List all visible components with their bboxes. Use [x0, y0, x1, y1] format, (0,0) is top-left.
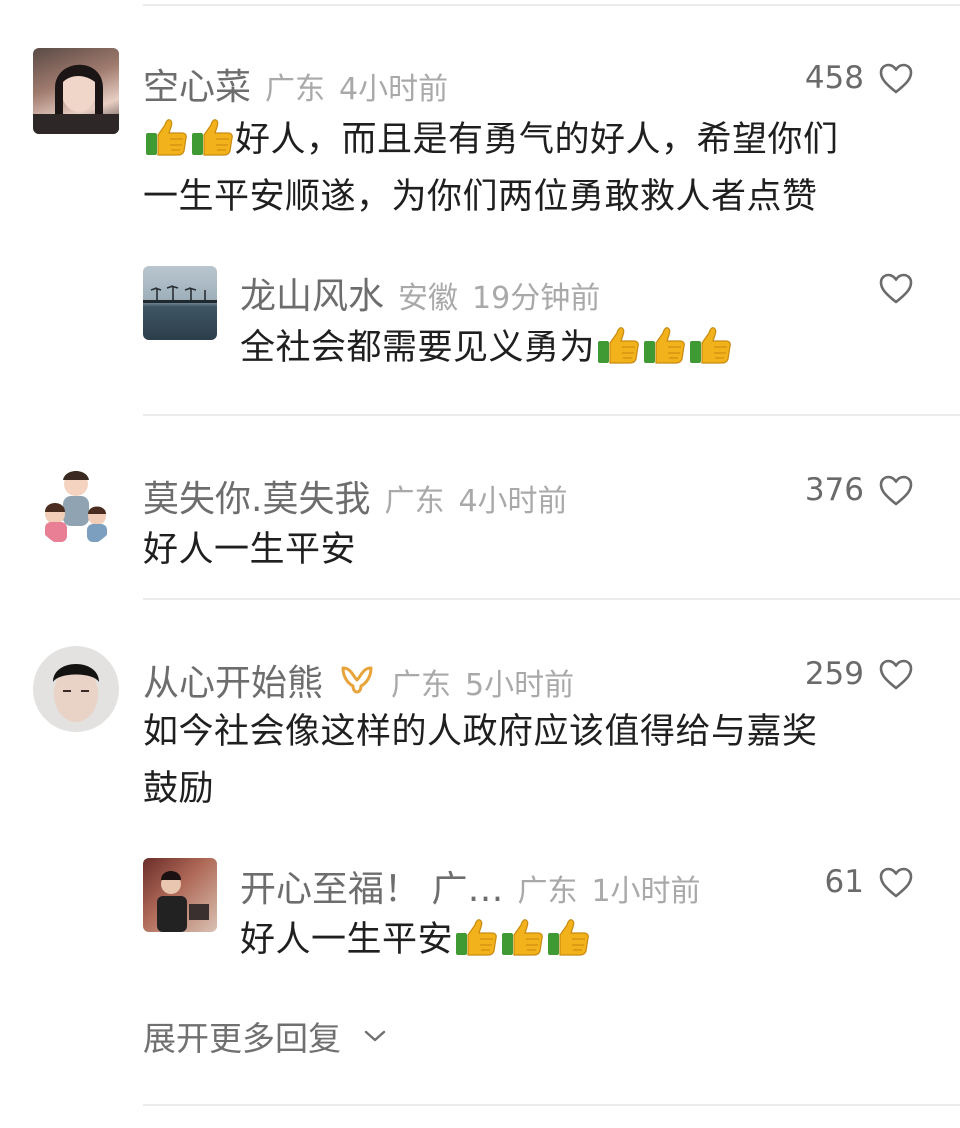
like-button[interactable]: 61	[825, 864, 914, 900]
like-count: 458	[804, 60, 864, 96]
thumbs-up-icon	[144, 117, 188, 157]
comment-text: 好人一生平安	[240, 912, 920, 969]
expand-replies-button[interactable]: 展开更多回复	[143, 1012, 387, 1060]
avatar[interactable]	[143, 266, 217, 340]
comment-divider	[143, 598, 960, 600]
region: 广东	[391, 668, 452, 703]
region: 安徽	[398, 281, 459, 316]
comment-text: 好人，而且是有勇气的好人，希望你们 一生平安顺遂，为你们两位勇敢救人者点赞	[143, 112, 943, 226]
like-count: 259	[804, 656, 864, 692]
thumbs-up-icon	[642, 325, 686, 365]
expand-replies-label: 展开更多回复	[143, 1019, 341, 1058]
username[interactable]: 从心开始熊	[143, 654, 323, 706]
avatar[interactable]	[33, 646, 119, 732]
thumbs-up-icon	[454, 917, 498, 957]
thumbs-up-icon	[190, 117, 234, 157]
region: 广东	[517, 874, 578, 909]
avatar[interactable]	[143, 858, 217, 932]
comment-line: 如今社会像这样的人政府应该值得给与嘉奖	[143, 712, 818, 752]
thumbs-up-icon	[500, 917, 544, 957]
timestamp: 5小时前	[465, 668, 575, 703]
bottom-divider	[143, 1104, 960, 1106]
comment-text: 全社会都需要见义勇为	[240, 320, 920, 377]
heart-outline-icon[interactable]	[878, 474, 914, 506]
comment-line: 全社会都需要见义勇为	[240, 328, 596, 368]
comment-line: 好人一生平安	[143, 530, 357, 570]
region: 广东	[384, 484, 445, 519]
heart-outline-icon[interactable]	[878, 658, 914, 690]
comment-line: 一生平安顺遂，为你们两位勇敢救人者点赞	[143, 177, 818, 217]
comment-text: 如今社会像这样的人政府应该值得给与嘉奖 鼓励	[143, 704, 943, 818]
like-count: 61	[824, 864, 864, 900]
like-button[interactable]	[864, 272, 914, 304]
comment-line: 好人一生平安	[240, 920, 454, 960]
like-button[interactable]: 259	[805, 656, 914, 692]
thumbs-up-icon	[688, 325, 732, 365]
like-button[interactable]: 376	[805, 472, 914, 508]
username[interactable]: 开心至福！ 广…	[240, 860, 503, 912]
username[interactable]: 龙山风水	[240, 267, 384, 319]
heart-outline-icon[interactable]	[878, 272, 914, 304]
chevron-down-icon	[364, 1030, 386, 1042]
avatar[interactable]	[33, 462, 119, 548]
timestamp: 19分钟前	[472, 281, 601, 316]
avatar[interactable]	[33, 48, 119, 134]
region: 广东	[265, 72, 326, 107]
heart-outline-icon[interactable]	[878, 62, 914, 94]
like-count: 376	[804, 472, 864, 508]
heart-outline-icon[interactable]	[878, 866, 914, 898]
gold-badge-icon	[341, 666, 373, 694]
comment-divider	[143, 414, 960, 416]
timestamp: 4小时前	[458, 484, 568, 519]
username[interactable]: 空心菜	[143, 58, 251, 110]
top-divider	[143, 4, 960, 6]
like-button[interactable]: 458	[805, 60, 914, 96]
timestamp: 1小时前	[591, 874, 701, 909]
thumbs-up-icon	[596, 325, 640, 365]
thumbs-up-icon	[546, 917, 590, 957]
comment-text: 好人一生平安	[143, 522, 923, 579]
comment-line: 鼓励	[143, 769, 215, 809]
comment-line: 好人，而且是有勇气的好人，希望你们	[235, 120, 839, 160]
username[interactable]: 莫失你.莫失我	[143, 470, 370, 522]
timestamp: 4小时前	[339, 72, 449, 107]
